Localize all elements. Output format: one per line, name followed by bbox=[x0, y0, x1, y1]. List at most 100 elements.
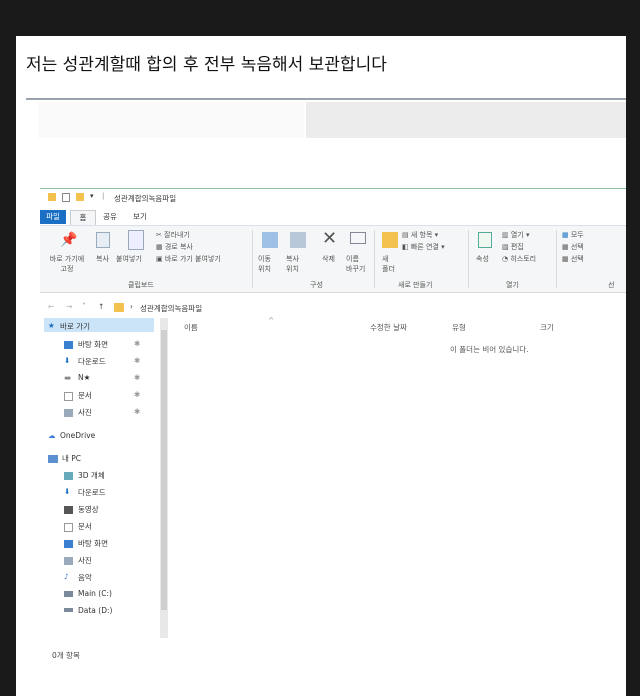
ribbon-tabs: 파일 홈 공유 보기 bbox=[40, 210, 626, 225]
copy-path-icon: ▦ bbox=[156, 243, 165, 251]
ribbon-separator bbox=[252, 230, 253, 288]
pin-icon: ✱ bbox=[134, 356, 141, 365]
desktop-icon bbox=[64, 540, 73, 548]
select-all-button[interactable]: ▦ 모두 bbox=[562, 230, 584, 240]
edit-label: 편집 bbox=[510, 243, 524, 251]
history-button[interactable]: ◔ 히스토리 bbox=[502, 254, 536, 264]
nav-item-music[interactable]: 음악 bbox=[78, 572, 92, 583]
recent-dropdown-icon[interactable]: ˅ bbox=[82, 302, 86, 311]
nav-item-3d-objects[interactable]: 3D 개체 bbox=[78, 470, 105, 481]
title-separator: | bbox=[102, 192, 105, 200]
forward-arrow-icon[interactable]: → bbox=[66, 302, 72, 311]
path-chevron-icon: › bbox=[130, 302, 133, 311]
back-arrow-icon[interactable]: ← bbox=[48, 302, 54, 311]
copy-label: 복사 bbox=[96, 255, 109, 263]
open-button[interactable]: ▥ 열기 ▾ bbox=[502, 230, 529, 240]
column-type[interactable]: 유형 bbox=[452, 322, 466, 333]
group-organize-label: 구성 bbox=[310, 281, 323, 289]
paste-shortcut-button[interactable]: ▣ 바로 가기 붙여넣기 bbox=[156, 254, 221, 264]
new-item-label: 새 항목 bbox=[410, 231, 433, 239]
tab-view[interactable]: 보기 bbox=[128, 210, 152, 224]
quick-access-dropdown-icon[interactable]: ▾ bbox=[90, 192, 94, 200]
group-select-label: 선 bbox=[608, 281, 615, 289]
nav-item-data-d[interactable]: Data (D:) bbox=[78, 606, 112, 615]
copy-icon bbox=[96, 232, 110, 248]
nav-item-main-c[interactable]: Main (C:) bbox=[78, 589, 112, 598]
select-none-button[interactable]: ▦ 선택 bbox=[562, 242, 584, 252]
folder-icon: ▬ bbox=[64, 373, 72, 382]
open-icon: ▥ bbox=[502, 231, 511, 239]
tab-file[interactable]: 파일 bbox=[40, 210, 66, 224]
nav-item-downloads-pc[interactable]: 다운로드 bbox=[78, 487, 106, 498]
pin-icon: ✱ bbox=[134, 390, 141, 399]
nav-scrollbar[interactable] bbox=[160, 318, 168, 638]
paste-icon bbox=[128, 230, 144, 250]
download-icon: ⬇ bbox=[64, 487, 71, 496]
cut-label: 잘라내기 bbox=[164, 231, 190, 239]
empty-folder-message: 이 폴더는 비어 있습니다. bbox=[450, 345, 529, 354]
navigation-pane: ★ 바로 가기 바탕 화면 ✱ ⬇ 다운로드 ✱ ▬ N★ ✱ 문서 ✱ 사진 … bbox=[40, 318, 164, 688]
address-folder-icon bbox=[114, 303, 124, 312]
nav-item-documents-pc[interactable]: 문서 bbox=[78, 521, 92, 532]
edit-button[interactable]: ▧ 편집 bbox=[502, 242, 524, 252]
scrollbar-thumb[interactable] bbox=[161, 330, 167, 610]
properties-icon[interactable] bbox=[62, 193, 70, 202]
invert-icon: ▦ bbox=[562, 255, 571, 263]
invert-selection-button[interactable]: ▦ 선택 bbox=[562, 254, 584, 264]
copy-path-button[interactable]: ▦ 경로 복사 bbox=[156, 242, 193, 252]
nav-item-documents[interactable]: 문서 bbox=[78, 390, 92, 401]
ribbon-separator bbox=[556, 230, 557, 288]
ribbon: 📌 바로 가기에 고정 복사 붙여넣기 ✂ 잘라내기 ▦ 경로 복사 ▣ 바로 … bbox=[40, 225, 626, 293]
star-icon: ★ bbox=[48, 321, 55, 330]
edit-icon: ▧ bbox=[502, 243, 511, 251]
nav-item-videos[interactable]: 동영상 bbox=[78, 504, 99, 515]
tab-share[interactable]: 공유 bbox=[98, 210, 122, 224]
column-size[interactable]: 크기 bbox=[540, 322, 554, 333]
history-label: 히스토리 bbox=[510, 255, 537, 263]
blank-area bbox=[38, 102, 304, 138]
nav-item-pictures-pc[interactable]: 사진 bbox=[78, 555, 92, 566]
easy-access-label: 빠른 연결 bbox=[410, 243, 439, 251]
nav-item-downloads[interactable]: 다운로드 bbox=[78, 356, 106, 367]
nav-item-desktop[interactable]: 바탕 화면 bbox=[78, 339, 108, 350]
copy-path-label: 경로 복사 bbox=[164, 243, 193, 251]
nav-this-pc[interactable]: 내 PC bbox=[62, 453, 81, 464]
file-explorer-window: ▾ | 성관계합의녹음파일 파일 홈 공유 보기 📌 바로 가기에 고정 복사 bbox=[40, 188, 626, 688]
new-folder-icon[interactable] bbox=[76, 193, 84, 201]
item-count: 0개 항목 bbox=[52, 651, 80, 660]
gray-bar bbox=[306, 102, 626, 138]
computer-icon bbox=[48, 455, 58, 463]
cloud-icon: ☁ bbox=[48, 431, 56, 440]
easy-access-button[interactable]: ◧ 빠른 연결 ▾ bbox=[402, 242, 445, 252]
delete-label: 삭제 bbox=[322, 255, 335, 263]
open-label: 열기 bbox=[510, 231, 524, 239]
new-folder-big-icon bbox=[382, 232, 398, 248]
new-item-button[interactable]: ▤ 새 항목 ▾ bbox=[402, 230, 438, 240]
move-to-icon bbox=[262, 232, 278, 248]
nav-item-n[interactable]: N★ bbox=[78, 373, 90, 382]
group-open-label: 열기 bbox=[506, 281, 519, 289]
ribbon-separator bbox=[374, 230, 375, 288]
address-bar[interactable]: ← → ˅ ↑ › 성관계합의녹음파일 bbox=[40, 300, 626, 316]
select-none-icon: ▦ bbox=[562, 243, 571, 251]
heading-divider bbox=[26, 98, 626, 100]
drive-icon bbox=[64, 591, 73, 597]
nav-quick-access[interactable]: 바로 가기 bbox=[60, 321, 90, 332]
up-arrow-icon[interactable]: ↑ bbox=[98, 302, 104, 311]
paste-label: 붙여넣기 bbox=[116, 255, 142, 263]
group-new-label: 새로 만들기 bbox=[398, 281, 433, 289]
column-name[interactable]: 이름 bbox=[184, 322, 198, 333]
cut-button[interactable]: ✂ 잘라내기 bbox=[156, 230, 190, 240]
title-bar: ▾ | 성관계합의녹음파일 bbox=[40, 188, 626, 205]
nav-onedrive[interactable]: OneDrive bbox=[60, 431, 95, 440]
sort-up-icon: ^ bbox=[268, 316, 275, 325]
nav-item-pictures[interactable]: 사진 bbox=[78, 407, 92, 418]
rename-label: 이름 바꾸기 bbox=[346, 255, 366, 273]
column-modified[interactable]: 수정한 날짜 bbox=[370, 322, 407, 333]
document-icon bbox=[64, 523, 73, 532]
copy-to-icon bbox=[290, 232, 306, 248]
tab-home[interactable]: 홈 bbox=[70, 210, 96, 225]
window-title: 성관계합의녹음파일 bbox=[114, 194, 177, 203]
nav-item-desktop-pc[interactable]: 바탕 화면 bbox=[78, 538, 108, 549]
pin-icon: ✱ bbox=[134, 339, 141, 348]
